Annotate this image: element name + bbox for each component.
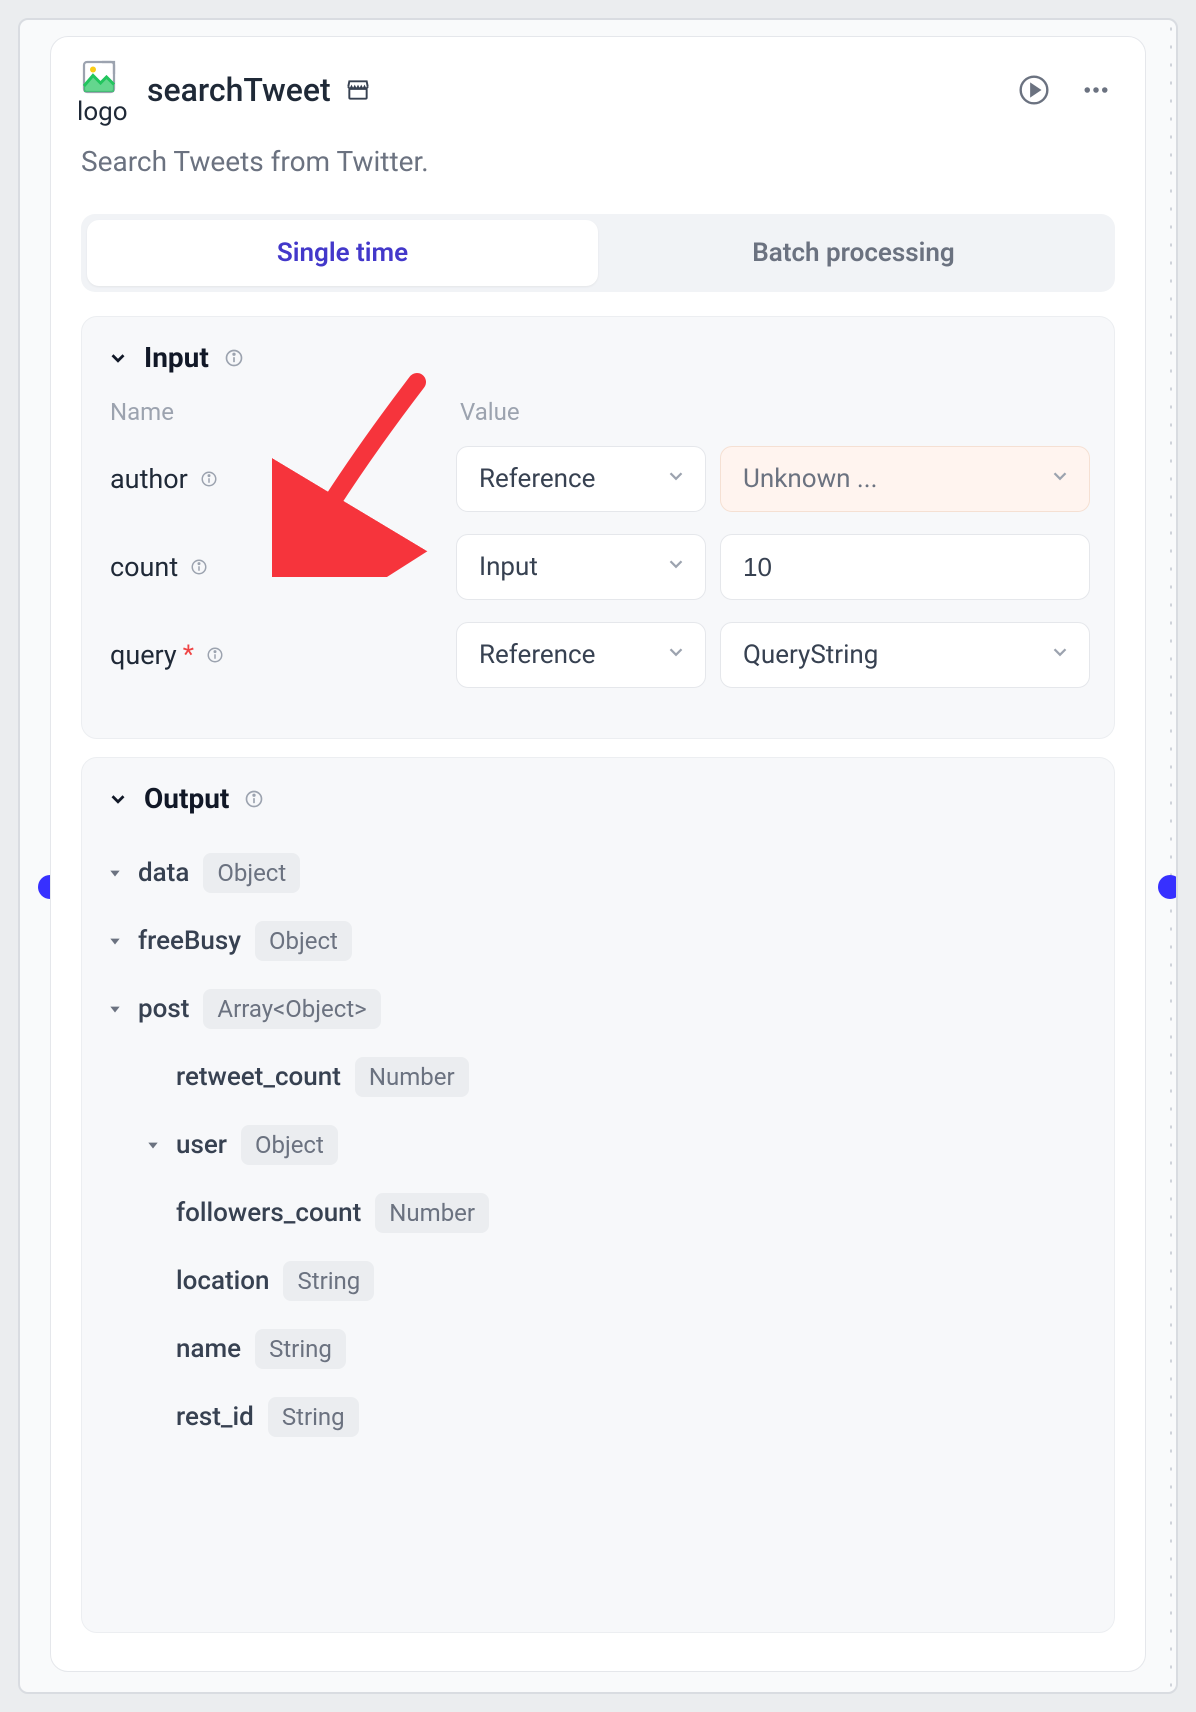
mode-select-count-label: Input (479, 552, 538, 582)
chevron-down-icon (665, 640, 687, 670)
node-title: searchTweet (147, 71, 999, 109)
type-tag: Object (255, 921, 352, 961)
input-section-title: Input (144, 341, 209, 374)
chevron-down-icon (665, 552, 687, 582)
run-button[interactable] (1015, 71, 1053, 109)
value-input-count[interactable] (720, 534, 1090, 600)
input-name-query: query* (106, 639, 436, 671)
type-tag: Object (241, 1125, 338, 1165)
col-name-header: Name (110, 398, 440, 426)
info-icon[interactable] (223, 347, 245, 369)
input-name-author-text: author (110, 463, 188, 495)
caret-down-icon (106, 932, 124, 950)
store-icon[interactable] (343, 75, 373, 105)
value-select-query-label: QueryString (743, 640, 878, 670)
info-icon[interactable] (243, 788, 265, 810)
output-section-header[interactable]: Output (106, 782, 1104, 815)
node-description: Search Tweets from Twitter. (81, 145, 1115, 178)
tree-name: post (138, 994, 189, 1024)
input-name-query-text: query (110, 639, 177, 671)
tree-row-user[interactable]: user Object (106, 1111, 1084, 1179)
value-select-query[interactable]: QueryString (720, 622, 1090, 688)
chevron-down-icon (665, 464, 687, 494)
info-icon[interactable] (198, 468, 220, 490)
caret-down-icon (106, 1000, 124, 1018)
type-tag: Number (355, 1057, 469, 1097)
info-icon[interactable] (204, 644, 226, 666)
tree-row-name[interactable]: name String (106, 1315, 1084, 1383)
mode-tabs: Single time Batch processing (81, 214, 1115, 292)
tree-name: user (176, 1130, 227, 1160)
tree-name: freeBusy (138, 926, 241, 956)
canvas-frame: logo searchTweet (18, 18, 1178, 1694)
type-tag: Object (203, 853, 300, 893)
node-title-text: searchTweet (147, 71, 331, 109)
tree-name: rest_id (176, 1402, 254, 1432)
input-column-headers: Name Value (106, 398, 1090, 426)
type-tag: String (283, 1261, 374, 1301)
tree-row-followers-count[interactable]: followers_count Number (106, 1179, 1084, 1247)
tab-batch-processing[interactable]: Batch processing (598, 220, 1109, 286)
type-tag: Number (375, 1193, 489, 1233)
type-tag: String (255, 1329, 346, 1369)
header-actions (1015, 71, 1115, 109)
col-value-header: Value (460, 398, 1090, 426)
info-icon[interactable] (188, 556, 210, 578)
input-row-query: query* Reference QueryString (106, 622, 1090, 688)
tree-name: data (138, 858, 189, 888)
tab-single-time[interactable]: Single time (87, 220, 598, 286)
output-section: Output data Object freeBusy Object (81, 757, 1115, 1633)
dotted-guide (1170, 20, 1172, 1692)
input-row-count: count Input (106, 534, 1090, 600)
tree-row-rest-id[interactable]: rest_id String (106, 1383, 1084, 1451)
mode-select-author[interactable]: Reference (456, 446, 706, 512)
input-section-header[interactable]: Input (106, 341, 1090, 374)
input-name-count-text: count (110, 551, 178, 583)
tree-row-data[interactable]: data Object (106, 839, 1084, 907)
tree-row-location[interactable]: location String (106, 1247, 1084, 1315)
value-select-author-label: Unknown ... (743, 464, 878, 494)
tree-name: retweet_count (176, 1062, 341, 1092)
tree-row-post[interactable]: post Array<Object> (106, 975, 1084, 1043)
chevron-down-icon (1049, 640, 1071, 670)
chevron-down-icon (1049, 464, 1071, 494)
output-section-title: Output (144, 782, 229, 815)
required-star: * (183, 640, 194, 670)
connection-dot-right[interactable] (1158, 875, 1178, 899)
chevron-down-icon (106, 346, 130, 370)
input-row-author: author Reference Unknown ... (106, 446, 1090, 512)
chevron-down-icon (106, 787, 130, 811)
type-tag: Array<Object> (203, 989, 380, 1029)
logo-broken-image: logo (81, 65, 131, 115)
input-section: Input Name Value author (81, 316, 1115, 739)
mode-select-author-label: Reference (479, 464, 595, 494)
mode-select-query[interactable]: Reference (456, 622, 706, 688)
mode-select-count[interactable]: Input (456, 534, 706, 600)
node-card: logo searchTweet (50, 36, 1146, 1672)
value-input-count-field[interactable] (743, 552, 1071, 583)
caret-down-icon (144, 1136, 162, 1154)
output-tree[interactable]: data Object freeBusy Object post Array<O… (106, 839, 1104, 1604)
card-header: logo searchTweet (81, 65, 1115, 115)
tree-row-retweet-count[interactable]: retweet_count Number (106, 1043, 1084, 1111)
logo-alt-text: logo (77, 97, 128, 127)
tree-name: location (176, 1266, 269, 1296)
input-name-author: author (106, 463, 436, 495)
caret-down-icon (106, 864, 124, 882)
more-button[interactable] (1077, 71, 1115, 109)
value-select-author[interactable]: Unknown ... (720, 446, 1090, 512)
tree-row-freebusy[interactable]: freeBusy Object (106, 907, 1084, 975)
type-tag: String (268, 1397, 359, 1437)
tree-name: name (176, 1334, 241, 1364)
input-name-count: count (106, 551, 436, 583)
mode-select-query-label: Reference (479, 640, 595, 670)
tree-name: followers_count (176, 1198, 361, 1228)
